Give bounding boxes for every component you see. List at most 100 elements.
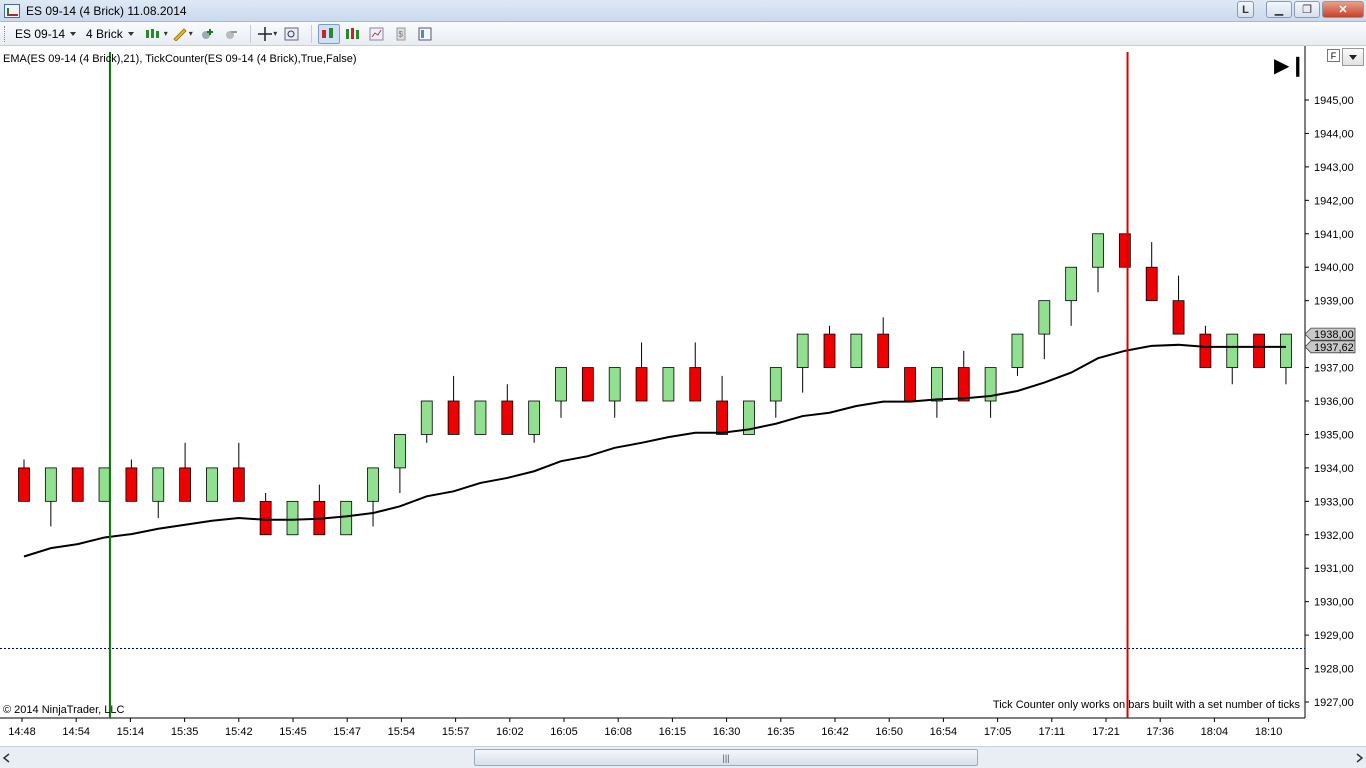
down-brick	[1253, 333, 1265, 368]
indicators-button[interactable]	[342, 24, 364, 44]
chart-properties-button[interactable]	[366, 24, 388, 44]
toolbar-separator	[249, 24, 251, 43]
up-brick	[152, 467, 165, 502]
magnifier-icon	[284, 27, 299, 40]
scroll-to-end-icon[interactable]: ▶❙	[1274, 56, 1306, 76]
window-controls: L ▁ ❐ ✕	[1237, 1, 1364, 18]
zoom-out-icon	[225, 30, 237, 39]
down-brick	[716, 400, 728, 435]
price-chart[interactable]: 1927,00 1928,00 1929,00 1930,00 1931,00 1932,…	[0, 46, 1366, 746]
scrollbar-thumb[interactable]: |||	[474, 749, 978, 766]
bar-type-button[interactable]: ▾	[144, 24, 169, 44]
properties-icon	[369, 27, 384, 40]
link-button[interactable]: L	[1237, 1, 1254, 18]
data-box-button[interactable]	[281, 24, 303, 44]
up-brick	[1092, 233, 1104, 268]
down-brick	[635, 367, 648, 402]
up-brick	[286, 500, 299, 536]
y-tick-label: 1934,00	[1314, 463, 1354, 475]
x-tick-label: 16:02	[496, 726, 524, 738]
up-brick	[1280, 333, 1292, 368]
down-brick	[581, 367, 594, 402]
down-brick	[18, 467, 30, 502]
y-tick-label: 1942,00	[1314, 195, 1354, 207]
up-brick	[662, 367, 675, 402]
chevron-down-icon	[1349, 54, 1357, 60]
up-brick	[367, 467, 379, 502]
minimize-button[interactable]: ▁	[1266, 1, 1292, 18]
last-price-marker-text: 1938,00	[1314, 329, 1354, 341]
down-brick	[259, 500, 272, 536]
chart-toolbar: ES 09-14 4 Brick ▾ ▾ ▾ $	[0, 22, 1366, 46]
y-tick-label: 1937,00	[1314, 363, 1354, 375]
down-brick	[125, 467, 138, 502]
period-selector[interactable]: 4 Brick	[86, 27, 134, 41]
y-tick-label: 1929,00	[1314, 630, 1354, 642]
down-brick	[501, 400, 514, 435]
down-brick	[1199, 333, 1212, 368]
y-tick-label: 1932,00	[1314, 530, 1354, 542]
up-brick	[1226, 333, 1239, 368]
window-titlebar: ES 09-14 (4 Brick) 11.08.2014 L ▁ ❐ ✕	[0, 0, 1366, 22]
snapshot-button[interactable]: $	[390, 24, 412, 44]
instrument-selector[interactable]: ES 09-14	[15, 27, 77, 41]
y-tick-label: 1936,00	[1314, 396, 1354, 408]
x-tick-label: 16:15	[659, 726, 687, 738]
strategies-button[interactable]	[317, 23, 340, 44]
x-tick-label: 16:35	[767, 726, 795, 738]
window-title: ES 09-14 (4 Brick) 11.08.2014	[26, 3, 187, 18]
format-button[interactable]: F	[1327, 49, 1340, 62]
tick-counter-message: Tick Counter only works on bars built wi…	[992, 699, 1300, 711]
ema-price-marker: 1937,62	[1304, 340, 1356, 354]
zoom-in-button[interactable]	[196, 24, 218, 44]
x-tick-label: 17:21	[1092, 726, 1120, 738]
y-tick-label: 1941,00	[1314, 229, 1354, 241]
down-brick	[689, 367, 702, 402]
down-brick	[877, 333, 890, 368]
y-tick-label: 1940,00	[1314, 262, 1354, 274]
down-brick	[179, 467, 192, 502]
maximize-button[interactable]: ❐	[1294, 1, 1320, 18]
up-brick	[555, 367, 567, 402]
x-tick-label: 16:54	[930, 726, 958, 738]
scroll-right-icon[interactable]	[1352, 751, 1366, 765]
chart-panel[interactable]: 1927,00 1928,00 1929,00 1930,00 1931,00 1932,…	[0, 46, 1366, 746]
up-brick	[608, 367, 621, 402]
down-brick	[957, 367, 970, 402]
zoom-in-icon	[201, 28, 213, 39]
panel-icon	[418, 27, 432, 40]
x-tick-label: 14:54	[62, 726, 90, 738]
up-brick	[528, 400, 541, 435]
x-tick-label: 16:30	[713, 726, 741, 738]
candlestick-icon	[145, 28, 159, 38]
x-tick-label: 16:05	[550, 726, 578, 738]
zoom-out-button[interactable]	[220, 24, 242, 44]
horizontal-scrollbar[interactable]: |||	[0, 746, 1366, 768]
toolbar-grip[interactable]	[4, 25, 7, 42]
up-brick	[1065, 266, 1078, 302]
ema-line	[23, 343, 1286, 558]
up-brick	[206, 467, 218, 502]
x-tick-label: 15:57	[442, 726, 470, 738]
y-tick-label: 1931,00	[1314, 563, 1354, 575]
properties-panel-button[interactable]	[414, 24, 436, 44]
up-brick	[796, 333, 809, 368]
up-brick	[474, 400, 487, 435]
crosshair-icon	[258, 26, 273, 41]
close-button[interactable]: ✕	[1322, 1, 1364, 18]
y-tick-label: 1927,00	[1314, 697, 1354, 709]
up-brick	[850, 333, 863, 368]
chart-menu-button[interactable]	[1342, 48, 1364, 66]
drawing-tools-button[interactable]: ▾	[171, 24, 194, 44]
scroll-left-icon[interactable]	[0, 751, 14, 765]
y-tick-label: 1939,00	[1314, 296, 1354, 308]
crosshair-button[interactable]: ▾	[257, 24, 279, 44]
up-brick	[1011, 333, 1024, 368]
period-label: 4 Brick	[86, 26, 123, 41]
x-tick-label: 16:42	[821, 726, 849, 738]
copyright-text: © 2014 NinjaTrader, LLC	[3, 704, 125, 716]
x-tick-label: 18:04	[1201, 726, 1229, 738]
ema-price-marker-text: 1937,62	[1314, 342, 1354, 354]
x-tick-label: 15:47	[333, 726, 361, 738]
x-tick-label: 15:42	[225, 726, 253, 738]
